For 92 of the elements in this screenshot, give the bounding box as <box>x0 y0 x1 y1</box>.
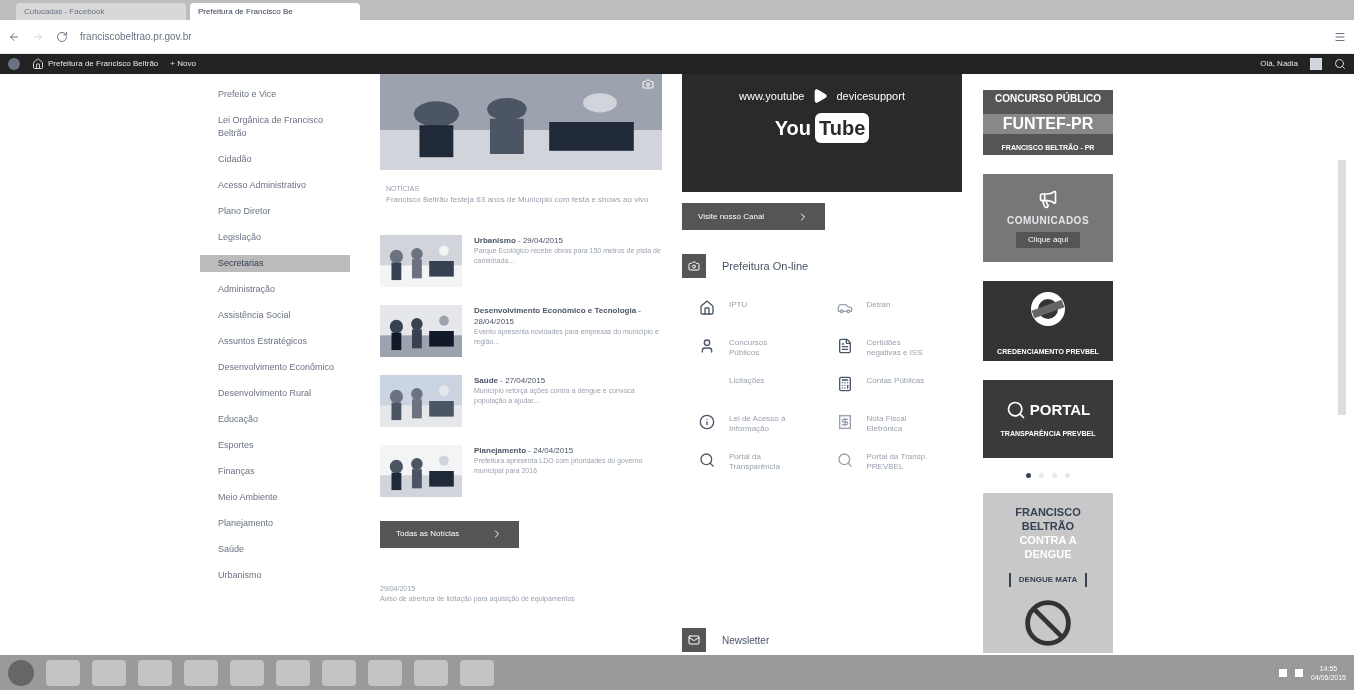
sidebar-item[interactable]: Desenvolvimento Rural <box>200 385 350 402</box>
sidebar-item[interactable]: Cidadão <box>200 151 350 168</box>
section-title: Newsletter <box>722 633 770 648</box>
search-icon <box>836 452 853 468</box>
back-icon[interactable] <box>8 30 20 43</box>
video-url: www.youtube <box>739 89 805 104</box>
news-title[interactable]: Planejamento - 24/04/2015 <box>474 444 662 456</box>
featured-text: Francisco Beltrão festeja 63 anos de Município com festa e shows ao vivo <box>386 194 650 205</box>
service-link[interactable]: Concursos Públicos <box>729 338 793 358</box>
news-title[interactable]: Urbanismo - 29/04/2015 <box>474 234 662 246</box>
taskbar-app-icon[interactable] <box>92 659 126 686</box>
sidebar-item[interactable]: Meio Ambiente <box>200 489 350 506</box>
banner-title: FUNTEF-PR <box>983 114 1113 134</box>
home-icon[interactable] <box>32 58 44 70</box>
banner-text: BELTRÃO <box>1021 519 1075 533</box>
browser-tab[interactable]: Prefeitura de Francisco Be <box>190 3 360 20</box>
house-icon <box>699 300 715 316</box>
sidebar-item[interactable]: Educação <box>200 411 350 428</box>
taskbar-app-icon[interactable] <box>138 659 172 686</box>
seal-icon <box>1028 289 1068 329</box>
search-icon <box>1005 399 1026 420</box>
sidebar-item[interactable]: Finanças <box>200 463 350 480</box>
play-icon[interactable] <box>812 88 829 105</box>
banner-title: PORTAL <box>1029 399 1091 420</box>
taskbar-app-icon[interactable] <box>184 659 218 686</box>
avatar-icon <box>1310 58 1322 70</box>
menu-icon[interactable] <box>1334 30 1346 43</box>
address-field[interactable]: franciscobeltrao.pr.gov.br <box>80 29 1322 44</box>
search-icon[interactable] <box>1334 58 1346 70</box>
sidebar-item[interactable]: Plano Diretor <box>200 203 350 220</box>
video-banner[interactable]: www.youtube devicesupport You Tube <box>682 74 962 192</box>
taskbar-app-icon[interactable] <box>414 659 448 686</box>
banner-text: FRANCISCO <box>1015 505 1081 519</box>
banner-tag: DENGUE MATA <box>1008 573 1088 587</box>
taskbar-app-icon[interactable] <box>46 659 80 686</box>
channel-button[interactable]: Visite nosso Canal <box>682 203 825 230</box>
camera-icon <box>642 78 654 90</box>
banner-link[interactable]: Clique aqui <box>1016 231 1080 248</box>
banner-heading: CONCURSO PÚBLICO <box>994 94 1102 104</box>
sidebar-item[interactable]: Secretarias <box>200 255 350 272</box>
new-link[interactable]: + Novo <box>170 58 196 70</box>
sidebar-item[interactable]: Prefeito e Vice <box>200 86 350 103</box>
sidebar-item[interactable]: Desenvolvimento Econômico <box>200 359 350 376</box>
news-title[interactable]: Saúde - 27/04/2015 <box>474 374 662 386</box>
receipt-icon <box>836 414 853 430</box>
document-icon <box>836 338 853 354</box>
browser-tab[interactable]: Cutucadas - Facebook <box>16 3 186 20</box>
site-link[interactable]: Prefeitura de Francisco Beltrão <box>48 58 159 70</box>
sidebar-item[interactable]: Urbanismo <box>200 567 350 584</box>
info-icon <box>699 414 715 430</box>
search-icon <box>699 452 715 468</box>
forward-icon[interactable] <box>32 30 44 43</box>
start-button[interactable] <box>8 659 34 686</box>
sidebar-item[interactable]: Esportes <box>200 437 350 454</box>
mail-badge-icon <box>682 628 706 652</box>
service-link[interactable]: Licitações <box>729 376 793 386</box>
notice-banner[interactable]: COMUNICADOS Clique aqui <box>983 174 1113 262</box>
sidebar-item[interactable]: Acesso Administrativo <box>200 177 350 194</box>
service-link[interactable]: Portal da Transparência <box>729 452 793 472</box>
camera-badge-icon <box>682 254 706 278</box>
news-title[interactable]: Desenvolvimento Econômico e Tecnologia - 28/04/2015 <box>474 304 662 327</box>
sidebar-item[interactable]: Legislação <box>200 229 350 246</box>
person-icon <box>699 338 715 354</box>
sidebar-item[interactable]: Assuntos Estratégicos <box>200 333 350 350</box>
taskbar-app-icon[interactable] <box>230 659 264 686</box>
reload-icon[interactable] <box>56 30 68 43</box>
banner-title: COMUNICADOS <box>1006 213 1090 228</box>
sidebar-item[interactable]: Assistência Social <box>200 307 350 324</box>
taskbar-app-icon[interactable] <box>322 659 356 686</box>
video-logo: You Tube <box>774 112 870 143</box>
service-link[interactable]: Certidões negativas e ISS <box>866 338 931 358</box>
scrollbar[interactable] <box>1338 160 1346 415</box>
service-link[interactable]: Contas Públicas <box>866 376 931 386</box>
service-link[interactable]: Lei de Acesso à Informação <box>729 414 793 434</box>
greeting-link[interactable]: Olá, Nadia <box>1260 58 1298 70</box>
taskbar-app-icon[interactable] <box>460 659 494 686</box>
service-link[interactable]: Portal da Transp. PREVBEL <box>866 452 931 472</box>
megaphone-icon <box>1038 188 1058 209</box>
sidebar-item[interactable]: Planejamento <box>200 515 350 532</box>
service-link[interactable]: Detran <box>866 300 931 310</box>
service-link[interactable]: Nota Fiscal Eletrônica <box>866 414 931 434</box>
sidebar-item[interactable]: Administração <box>200 281 350 298</box>
video-url: devicesupport <box>836 89 905 104</box>
sidebar-item[interactable]: Saúde <box>200 541 350 558</box>
site-logo-icon[interactable] <box>8 58 20 70</box>
calculator-icon <box>836 376 853 392</box>
sidebar-item[interactable]: Lei Orgânica de Francisco Beltrão <box>200 112 350 142</box>
service-link[interactable]: IPTU <box>729 300 793 310</box>
taskbar-app-icon[interactable] <box>276 659 310 686</box>
taskbar-app-icon[interactable] <box>368 659 402 686</box>
all-news-button[interactable]: Todas as Notícias <box>380 520 519 548</box>
section-title: Prefeitura On-line <box>722 258 809 274</box>
